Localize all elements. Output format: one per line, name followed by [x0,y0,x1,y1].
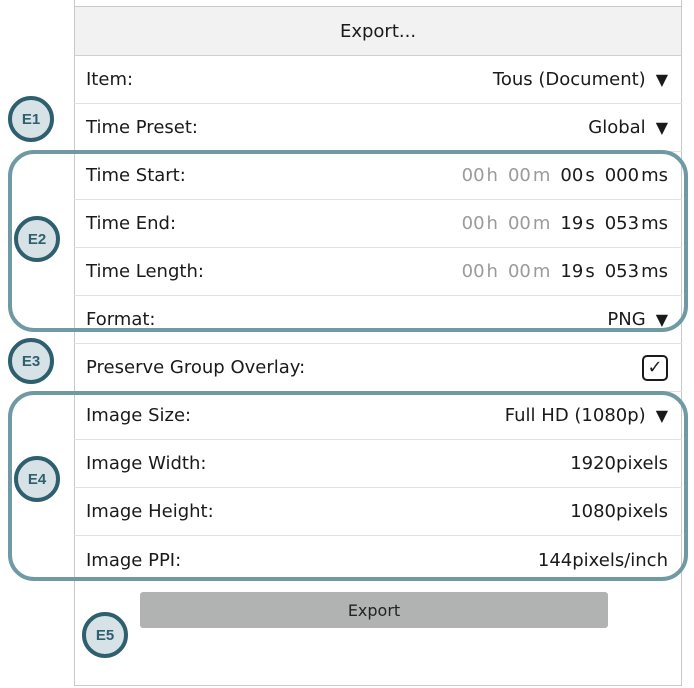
export-button-label: Export [347,600,401,620]
export-button[interactable]: Export [140,592,608,628]
preserve-group-overlay-checkbox[interactable]: ✓ [642,354,668,381]
dropdown-arrow-icon: ▼ [655,118,668,137]
time-preset-value: Global [588,117,646,138]
preserve-group-overlay-row: Preserve Group Overlay: ✓ [74,344,682,392]
group-outline-e4 [8,391,688,581]
item-value: Tous (Document) [492,69,646,90]
annotation-badge-e3: E3 [8,338,54,384]
item-label: Item: [86,69,134,90]
dialog-title-text: Export... [339,20,417,42]
badge-label: E1 [21,110,41,128]
item-row: Item: Tous (Document) ▼ [74,56,682,104]
annotation-badge-e5: E5 [82,612,128,658]
item-dropdown[interactable]: Tous (Document) ▼ [493,69,668,90]
preserve-group-overlay-label: Preserve Group Overlay: [86,357,306,378]
dialog-title: Export... [74,6,682,56]
checkmark-icon: ✓ [647,357,663,378]
annotation-badge-e2: E2 [14,216,60,262]
annotation-badge-e1: E1 [8,96,54,142]
group-outline-e2 [8,150,688,332]
badge-label: E2 [27,230,47,248]
dropdown-arrow-icon: ▼ [655,70,668,89]
time-preset-row: Time Preset: Global ▼ [74,104,682,152]
time-preset-label: Time Preset: [86,117,198,138]
annotation-badge-e4: E4 [14,456,60,502]
time-preset-dropdown[interactable]: Global ▼ [588,117,668,138]
badge-label: E5 [95,626,115,644]
badge-label: E3 [21,352,41,370]
badge-label: E4 [27,470,47,488]
